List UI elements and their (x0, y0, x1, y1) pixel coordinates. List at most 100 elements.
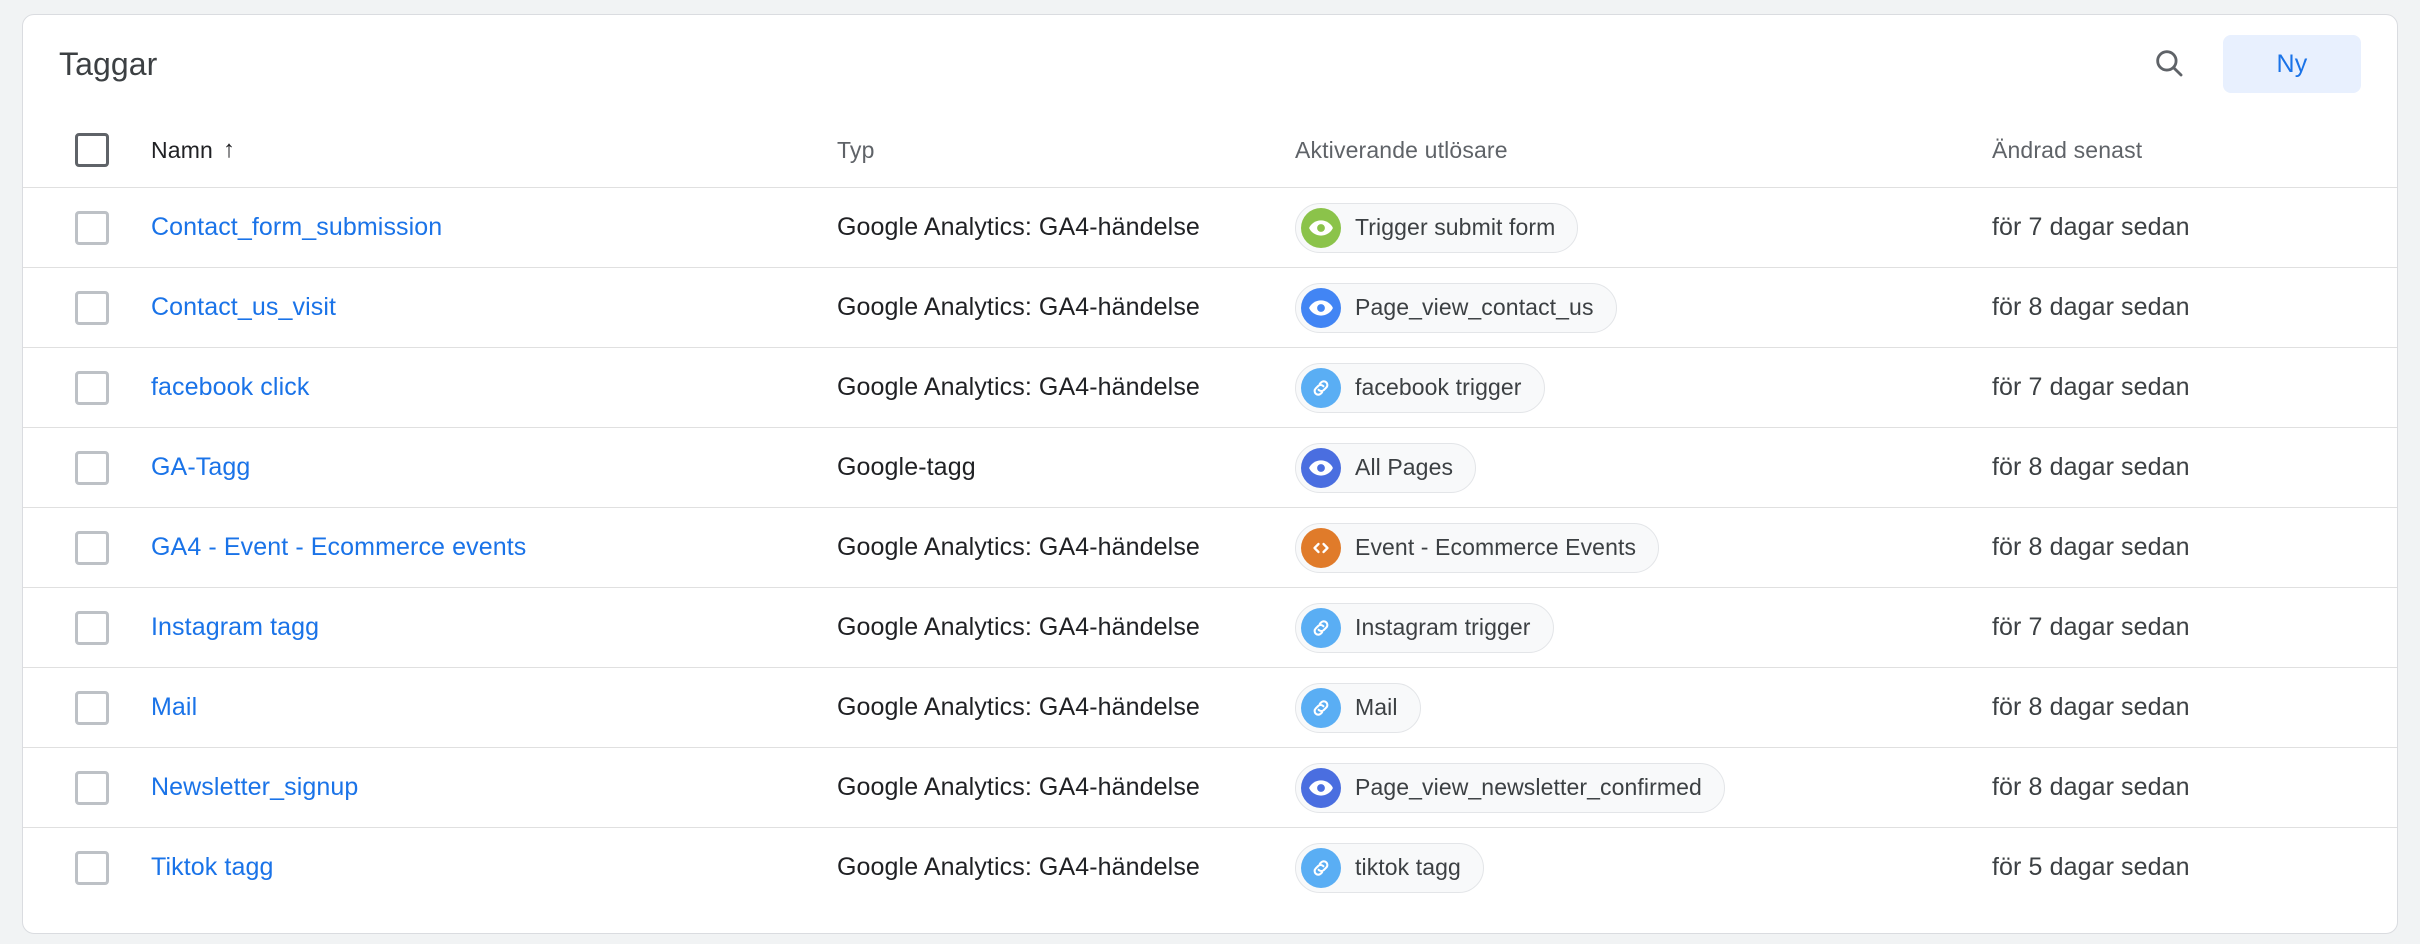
row-trigger-cell: Trigger submit form (1295, 202, 1992, 253)
table-row: Newsletter_signup Google Analytics: GA4-h… (23, 747, 2397, 827)
column-header-modified[interactable]: Ändrad senast (1992, 137, 2397, 164)
row-checkbox[interactable] (75, 770, 109, 805)
row-select-cell (23, 450, 151, 485)
row-name-cell: GA4 - Event - Ecommerce events (151, 533, 837, 562)
trigger-chip-label: facebook trigger (1355, 374, 1522, 400)
trigger-chip[interactable]: Trigger submit form (1295, 202, 1579, 253)
row-name-cell: Contact_us_visit (151, 293, 837, 322)
row-checkbox[interactable] (75, 290, 109, 325)
sort-ascending-icon: ↑ (222, 136, 236, 163)
trigger-chip[interactable]: Mail (1295, 682, 1421, 733)
row-select-cell (23, 610, 151, 645)
trigger-chip[interactable]: All Pages (1295, 442, 1477, 493)
row-type-cell: Google-tagg (837, 453, 1295, 482)
row-trigger-cell: Page_view_newsletter_confirmed (1295, 762, 1992, 813)
tag-modified-text: för 8 dagar sedan (1992, 773, 2190, 801)
row-type-cell: Google Analytics: GA4-händelse (837, 293, 1295, 322)
row-checkbox[interactable] (75, 690, 109, 725)
row-select-cell (23, 370, 151, 405)
card-header: Taggar Ny (23, 15, 2397, 113)
row-checkbox[interactable] (75, 450, 109, 485)
row-name-cell: facebook click (151, 373, 837, 402)
link-icon (1301, 367, 1341, 408)
table-row: GA4 - Event - Ecommerce events Google Ana… (23, 507, 2397, 587)
column-header-name[interactable]: Namn ↑ (151, 137, 837, 164)
trigger-chip[interactable]: tiktok tagg (1295, 842, 1484, 893)
row-select-cell (23, 770, 151, 805)
trigger-chip[interactable]: Page_view_newsletter_confirmed (1295, 762, 1725, 813)
tag-name-link[interactable]: Contact_form_submission (151, 213, 442, 241)
search-icon (2152, 46, 2186, 83)
trigger-chip-label: Page_view_contact_us (1355, 294, 1594, 320)
column-header-trigger-label: Aktiverande utlösare (1295, 136, 1508, 163)
row-modified-cell: för 5 dagar sedan (1992, 853, 2397, 882)
tag-modified-text: för 8 dagar sedan (1992, 293, 2190, 321)
row-trigger-cell: tiktok tagg (1295, 842, 1992, 893)
tag-type-text: Google Analytics: GA4-händelse (837, 533, 1200, 561)
row-trigger-cell: Mail (1295, 682, 1992, 733)
tags-table: Namn ↑ Typ Aktiverande utlösare Ändrad s… (23, 113, 2397, 907)
select-all-checkbox[interactable] (75, 133, 109, 167)
table-row: facebook click Google Analytics: GA4-händ… (23, 347, 2397, 427)
row-trigger-cell: facebook trigger (1295, 362, 1992, 413)
tag-name-link[interactable]: Mail (151, 693, 197, 721)
tag-name-link[interactable]: Newsletter_signup (151, 773, 358, 801)
tag-modified-text: för 5 dagar sedan (1992, 853, 2190, 881)
tag-name-link[interactable]: GA-Tagg (151, 453, 250, 481)
row-select-cell (23, 530, 151, 565)
link-icon (1301, 847, 1341, 888)
search-button[interactable] (2141, 36, 2197, 92)
table-row: Contact_us_visit Google Analytics: GA4-hä… (23, 267, 2397, 347)
table-empty-space (23, 907, 2397, 933)
column-header-type-label: Typ (837, 136, 875, 163)
tag-name-link[interactable]: GA4 - Event - Ecommerce events (151, 533, 526, 561)
tag-modified-text: för 7 dagar sedan (1992, 373, 2190, 401)
tag-modified-text: för 8 dagar sedan (1992, 693, 2190, 721)
row-modified-cell: för 8 dagar sedan (1992, 533, 2397, 562)
trigger-chip[interactable]: Event - Ecommerce Events (1295, 522, 1660, 573)
trigger-chip[interactable]: Page_view_contact_us (1295, 282, 1617, 333)
column-header-trigger[interactable]: Aktiverande utlösare (1295, 137, 1992, 164)
row-checkbox[interactable] (75, 610, 109, 645)
tag-type-text: Google Analytics: GA4-händelse (837, 693, 1200, 721)
eye-icon (1301, 767, 1341, 808)
row-type-cell: Google Analytics: GA4-händelse (837, 773, 1295, 802)
new-tag-button[interactable]: Ny (2223, 35, 2361, 93)
trigger-chip[interactable]: facebook trigger (1295, 362, 1545, 413)
row-select-cell (23, 290, 151, 325)
row-select-cell (23, 210, 151, 245)
row-type-cell: Google Analytics: GA4-händelse (837, 853, 1295, 882)
tag-type-text: Google Analytics: GA4-händelse (837, 373, 1200, 401)
row-type-cell: Google Analytics: GA4-händelse (837, 613, 1295, 642)
row-checkbox[interactable] (75, 530, 109, 565)
row-name-cell: Contact_form_submission (151, 213, 837, 242)
row-name-cell: Mail (151, 693, 837, 722)
row-type-cell: Google Analytics: GA4-händelse (837, 373, 1295, 402)
row-modified-cell: för 7 dagar sedan (1992, 213, 2397, 242)
tag-type-text: Google Analytics: GA4-händelse (837, 213, 1200, 241)
column-header-modified-label: Ändrad senast (1992, 136, 2143, 163)
tag-type-text: Google Analytics: GA4-händelse (837, 853, 1200, 881)
column-header-type[interactable]: Typ (837, 137, 1295, 164)
tag-name-link[interactable]: facebook click (151, 373, 309, 401)
row-type-cell: Google Analytics: GA4-händelse (837, 693, 1295, 722)
row-checkbox[interactable] (75, 370, 109, 405)
row-modified-cell: för 7 dagar sedan (1992, 373, 2397, 402)
trigger-chip-label: Page_view_newsletter_confirmed (1355, 774, 1702, 800)
trigger-chip[interactable]: Instagram trigger (1295, 602, 1554, 653)
row-name-cell: GA-Tagg (151, 453, 837, 482)
table-row: Mail Google Analytics: GA4-händelse Mail fö… (23, 667, 2397, 747)
link-icon (1301, 607, 1341, 648)
page-background: Taggar Ny Namn ↑ Typ Aktiverande utlösar… (0, 0, 2420, 944)
row-checkbox[interactable] (75, 850, 109, 885)
header-actions: Ny (2141, 35, 2361, 93)
code-icon (1301, 527, 1341, 568)
tag-name-link[interactable]: Tiktok tagg (151, 853, 273, 881)
row-checkbox[interactable] (75, 210, 109, 245)
tag-name-link[interactable]: Instagram tagg (151, 613, 319, 641)
eye-icon (1301, 447, 1341, 488)
table-row: Tiktok tagg Google Analytics: GA4-händels… (23, 827, 2397, 907)
row-trigger-cell: Instagram trigger (1295, 602, 1992, 653)
tag-name-link[interactable]: Contact_us_visit (151, 293, 336, 321)
column-header-name-label: Namn (151, 136, 213, 163)
